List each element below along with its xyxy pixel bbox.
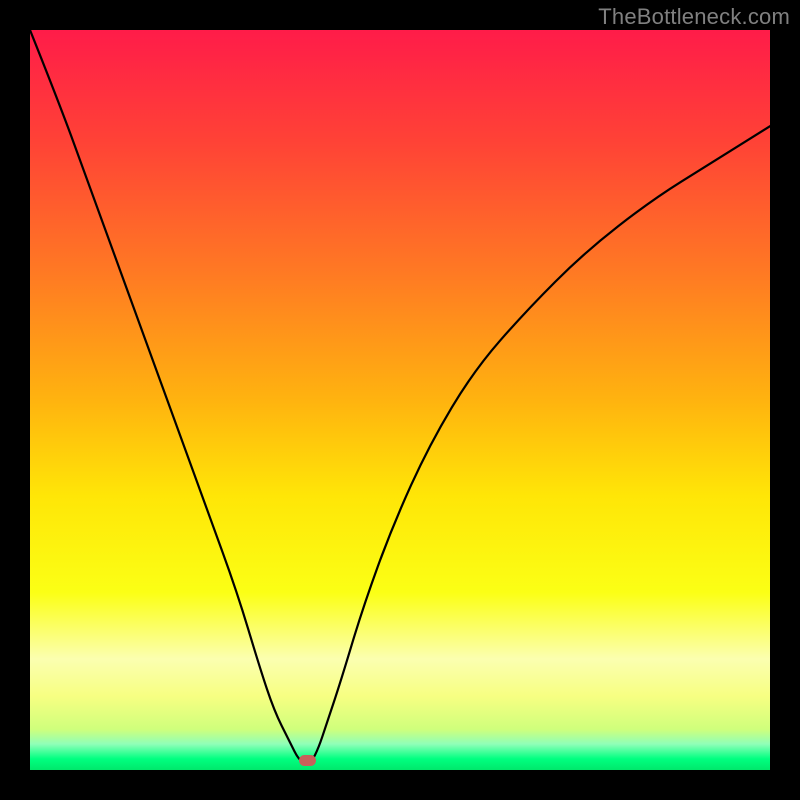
plot-area: [30, 30, 770, 770]
bottleneck-curve: [30, 30, 770, 770]
optimum-marker: [299, 755, 315, 765]
chart-frame: TheBottleneck.com: [0, 0, 800, 800]
watermark-text: TheBottleneck.com: [598, 4, 790, 30]
